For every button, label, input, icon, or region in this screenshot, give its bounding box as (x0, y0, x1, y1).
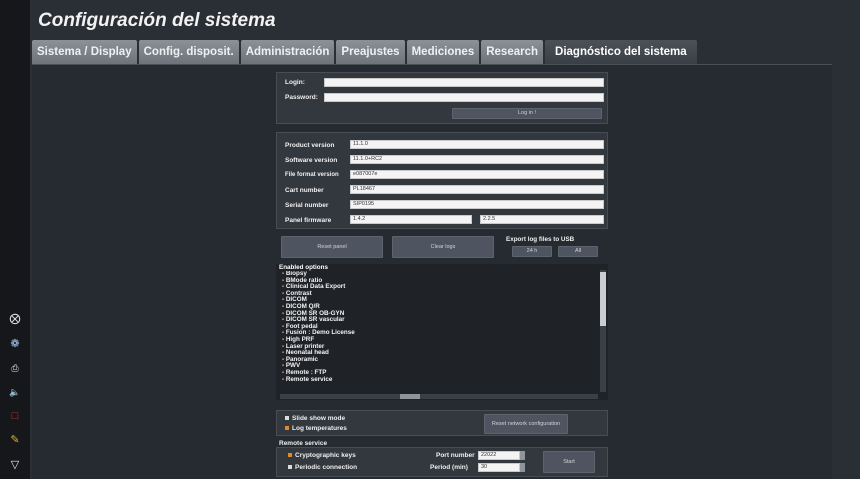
scrollbar-thumb[interactable] (600, 272, 606, 326)
log-temps-checkbox[interactable]: Log temperatures (285, 425, 347, 432)
version-value: PL18467 (350, 185, 604, 194)
version-label: Software version (285, 157, 338, 164)
enabled-options-list[interactable]: - Biopsy - BMode ratio - Clinical Data E… (282, 271, 592, 394)
reset-network-button[interactable]: Reset network configuration (484, 414, 568, 434)
version-label: Panel firmware (285, 217, 332, 224)
export-icon[interactable]: □ (8, 409, 22, 423)
list-item: - Contrast (282, 289, 312, 297)
left-toolbar: ⨂ ❁ ⎙ 🔈 □ ✎ ▽ (0, 0, 30, 479)
close-circle-icon[interactable]: ⨂ (8, 312, 22, 326)
horizontal-scrollbar[interactable] (280, 394, 598, 399)
scrollbar-thumb[interactable] (400, 394, 420, 399)
tab-sistema-display[interactable]: Sistema / Display (32, 40, 137, 64)
version-value: 11.1.0+RC2 (350, 155, 604, 164)
checkbox-on-icon (288, 453, 292, 458)
remote-service-title: Remote service (279, 440, 328, 447)
list-item: - DICOM (282, 296, 307, 304)
list-item: - Fusion : Demo License (282, 329, 355, 337)
port-input[interactable]: 22022 (478, 451, 520, 460)
port-label: Port number (436, 452, 475, 459)
version-label: Product version (285, 142, 335, 149)
list-item: - Neonatal head (282, 349, 329, 357)
list-item: - High PRF (282, 335, 315, 343)
page-title: Configuración del sistema (38, 10, 276, 31)
periodic-connection-label: Periodic connection (295, 464, 358, 471)
list-item: - Panoramic (282, 355, 319, 363)
list-item: - Clinical Data Export (282, 283, 346, 291)
checkbox-on-icon (285, 426, 289, 431)
tab-diagnostico[interactable]: Diagnóstico del sistema (545, 40, 697, 64)
clear-logs-button[interactable]: Clear logs (392, 236, 494, 258)
tab-config-disposit[interactable]: Config. disposit. (138, 40, 239, 64)
list-item: - PWV (282, 362, 301, 370)
export-24h-button[interactable]: 24 h (512, 246, 552, 257)
tab-research[interactable]: Research (481, 40, 544, 64)
version-label: File format version (285, 172, 339, 178)
login-button[interactable]: Log in ! (452, 108, 602, 119)
period-stepper[interactable] (520, 463, 525, 472)
port-stepper[interactable] (520, 451, 525, 460)
version-value: e087007e (350, 170, 604, 179)
periodic-connection-checkbox[interactable]: Periodic connection (288, 464, 357, 471)
log-temps-label: Log temperatures (292, 425, 347, 432)
start-button[interactable]: Start (543, 451, 595, 473)
printer-icon[interactable]: ⎙ (8, 361, 22, 375)
checkbox-off-icon (288, 465, 292, 470)
period-label: Period (min) (430, 464, 468, 471)
vertical-scrollbar[interactable] (600, 270, 606, 392)
list-item: - Biopsy (282, 271, 307, 277)
version-value-secondary: 2.2.5 (480, 215, 604, 224)
list-item: - Remote service (282, 375, 333, 383)
password-field[interactable] (324, 93, 604, 102)
tab-preajustes[interactable]: Preajustes (336, 40, 405, 64)
list-item: - DICOM SR vascular (282, 316, 345, 324)
reset-panel-button[interactable]: Reset panel (281, 236, 383, 258)
version-label: Serial number (285, 202, 329, 209)
checkbox-off-icon (285, 416, 289, 421)
version-label: Cart number (285, 187, 324, 194)
tab-mediciones[interactable]: Mediciones (406, 40, 480, 64)
tab-administracion[interactable]: Administración (240, 40, 335, 64)
login-field[interactable] (324, 78, 604, 87)
tab-bar: Sistema / Display Config. disposit. Admi… (32, 40, 697, 64)
password-label: Password: (285, 94, 318, 101)
speaker-icon[interactable]: 🔈 (8, 385, 22, 399)
broom-icon[interactable]: ✎ (8, 433, 22, 447)
version-value: 1.4.2 (350, 215, 472, 224)
wifi-icon[interactable]: ▽ (8, 458, 22, 472)
slide-show-label: Slide show mode (292, 415, 346, 422)
crypto-keys-label: Cryptographic keys (295, 452, 356, 459)
network-icon[interactable]: ❁ (8, 337, 22, 351)
export-all-button[interactable]: All (558, 246, 598, 257)
login-label: Login: (285, 79, 305, 86)
version-value: SIP0195 (350, 200, 604, 209)
period-input[interactable]: 30 (478, 463, 520, 472)
crypto-keys-checkbox[interactable]: Cryptographic keys (288, 452, 356, 459)
slide-show-checkbox[interactable]: Slide show mode (285, 415, 345, 422)
version-value: 11.1.0 (350, 140, 604, 149)
enabled-options-title: Enabled options (279, 264, 328, 271)
export-logs-title: Export log files to USB (506, 236, 575, 243)
